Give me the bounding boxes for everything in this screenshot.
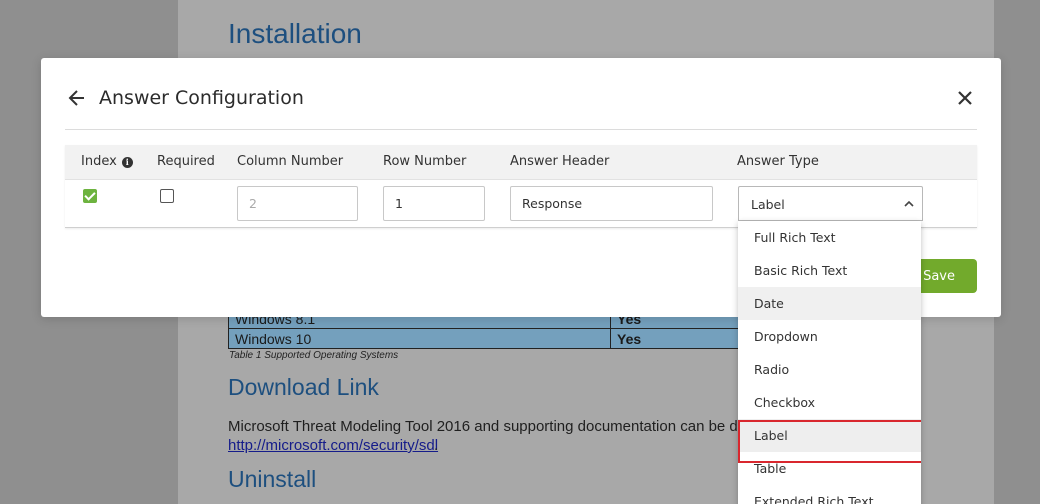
dropdown-option-basic-rich-text[interactable]: Basic Rich Text bbox=[738, 254, 921, 287]
info-icon[interactable]: i bbox=[121, 156, 133, 168]
column-header-row-number: Row Number bbox=[383, 154, 467, 169]
table-row: Windows 10 Yes bbox=[228, 328, 788, 349]
index-checkbox[interactable] bbox=[83, 189, 97, 203]
column-header-answer-type: Answer Type bbox=[737, 154, 819, 169]
dropdown-option-label[interactable]: Label bbox=[738, 419, 921, 463]
column-header-column-number: Column Number bbox=[237, 154, 344, 169]
row-number-input[interactable] bbox=[383, 186, 485, 221]
download-link[interactable]: http://microsoft.com/security/sdl bbox=[228, 437, 438, 454]
dropdown-option-full-rich-text[interactable]: Full Rich Text bbox=[738, 221, 921, 254]
grid-header: Index i Required Column Number Row Number… bbox=[65, 145, 977, 180]
answer-type-value: Label bbox=[751, 197, 785, 212]
column-header-index-label: Index bbox=[81, 154, 117, 169]
dropdown-option-date[interactable]: Date bbox=[738, 287, 921, 320]
dropdown-option-checkbox[interactable]: Checkbox bbox=[738, 386, 921, 419]
column-header-required: Required bbox=[157, 154, 215, 169]
doc-heading-uninstall: Uninstall bbox=[228, 466, 317, 492]
answer-header-input[interactable] bbox=[510, 186, 713, 221]
dropdown-option-table[interactable]: Table bbox=[738, 452, 921, 485]
back-arrow-icon[interactable] bbox=[65, 86, 89, 110]
required-checkbox[interactable] bbox=[160, 189, 174, 203]
dropdown-option-extended-rich-text[interactable]: Extended Rich Text bbox=[738, 485, 921, 504]
column-header-answer-header: Answer Header bbox=[510, 154, 610, 169]
chevron-up-icon bbox=[904, 200, 914, 207]
table-caption: Table 1 Supported Operating Systems bbox=[229, 350, 399, 361]
dropdown-option-radio[interactable]: Radio bbox=[738, 353, 921, 386]
answer-type-dropdown: Full Rich Text Basic Rich Text Date Drop… bbox=[738, 221, 921, 504]
answer-type-select[interactable]: Label bbox=[738, 186, 923, 221]
doc-heading-download: Download Link bbox=[228, 374, 379, 400]
close-icon[interactable] bbox=[953, 86, 977, 110]
doc-heading-installation: Installation bbox=[228, 18, 362, 49]
dropdown-option-dropdown[interactable]: Dropdown bbox=[738, 320, 921, 353]
download-paragraph: Microsoft Threat Modeling Tool 2016 and … bbox=[228, 418, 777, 435]
modal-title: Answer Configuration bbox=[99, 87, 304, 109]
modal-header: Answer Configuration bbox=[65, 58, 977, 130]
answer-grid: Index i Required Column Number Row Number… bbox=[65, 145, 977, 228]
table-cell-os: Windows 10 bbox=[228, 328, 611, 349]
column-number-input[interactable] bbox=[237, 186, 358, 221]
link-suffix: . bbox=[434, 437, 439, 454]
column-header-index: Index i bbox=[81, 154, 133, 169]
